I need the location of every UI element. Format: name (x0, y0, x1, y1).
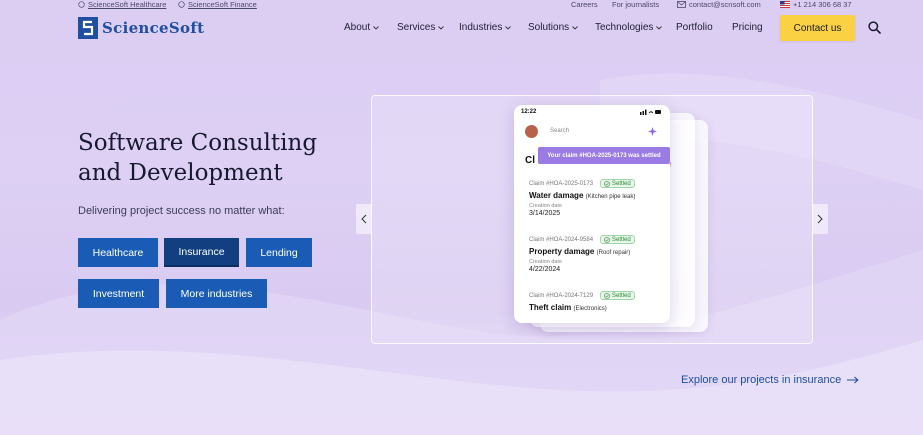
claim-id: Claim #HOA-2024-9584 (529, 236, 594, 243)
nav-services[interactable]: Services (397, 22, 445, 33)
explore-projects-link[interactable]: Explore our projects in insurance (681, 374, 859, 386)
check-icon (604, 180, 610, 187)
claim-card: Claim #HOA-2024-7129 Settled Theft claim… (529, 290, 659, 312)
claim-note: (Electronics) (573, 306, 607, 312)
heart-shield-icon (78, 1, 85, 8)
claim-id: Claim #HOA-2024-7129 (529, 292, 594, 299)
email-label: contact@scnsoft.com (689, 0, 761, 9)
logo-text: ScienceSoft (102, 19, 205, 37)
nav-portfolio[interactable]: Portfolio (676, 22, 713, 33)
claim-title-text: Water damage (529, 191, 584, 200)
status-badge-label: Settled (612, 292, 631, 299)
sparkle-icon (648, 127, 657, 136)
status-icons (640, 109, 661, 115)
nav-about-label: About (344, 22, 371, 33)
phone-search-input: Search (550, 128, 570, 134)
chevron-down-icon (505, 25, 512, 30)
notification-toast: Your claim #HOA-2025-0173 was settled (538, 147, 670, 164)
nav-pricing[interactable]: Pricing (732, 22, 763, 33)
avatar (525, 125, 538, 138)
nav-industries[interactable]: Industries (459, 22, 512, 33)
phone-mockup: 12:22 Search Cl Claim #HOA-2025-0173 Set… (514, 105, 670, 323)
industry-button-investment[interactable]: Investment (78, 279, 159, 308)
check-icon (604, 292, 610, 299)
phone-heading-fragment: Cl (525, 155, 535, 166)
nav-pricing-label: Pricing (732, 22, 763, 33)
nav-solutions[interactable]: Solutions (528, 22, 578, 33)
claim-title: Theft claim (Electronics) (529, 303, 659, 312)
check-icon (604, 236, 610, 243)
nav-services-label: Services (397, 22, 436, 33)
status-badge: Settled (600, 291, 635, 300)
phone-link[interactable]: +1 214 306 68 37 (780, 0, 852, 9)
nav-about[interactable]: About (344, 22, 379, 33)
claim-title-text: Property damage (529, 247, 595, 256)
contact-us-button[interactable]: Contact us (780, 15, 855, 41)
carousel-next-button[interactable] (812, 204, 828, 234)
arrow-right-icon (847, 376, 859, 384)
nav-technologies[interactable]: Technologies (595, 22, 663, 33)
healthcare-link-label: ScienceSoft Healthcare (88, 0, 167, 9)
healthcare-link[interactable]: ScienceSoft Healthcare (78, 0, 166, 9)
claim-title-text: Theft claim (529, 303, 572, 312)
finance-link-label: ScienceSoft Finance (188, 0, 257, 9)
nav-technologies-label: Technologies (595, 22, 654, 33)
chevron-down-icon (438, 25, 445, 30)
claim-date: 3/14/2025 (529, 210, 561, 217)
hero-title-line1: Software Consulting (78, 130, 318, 156)
claim-title: Water damage (Kitchen pipe leak) (529, 191, 659, 200)
careers-link[interactable]: Careers (571, 0, 598, 9)
status-badge: Settled (600, 235, 635, 244)
claim-id-row: Claim #HOA-2024-9584 Settled (529, 234, 659, 245)
claim-id: Claim #HOA-2025-0173 (529, 180, 594, 187)
search-icon[interactable] (868, 21, 881, 34)
chevron-left-icon (361, 214, 367, 224)
nav-industries-label: Industries (459, 22, 503, 33)
utility-bar: ScienceSoft Healthcare ScienceSoft Finan… (0, 0, 923, 10)
phone-label: +1 214 306 68 37 (793, 0, 852, 9)
claim-card: Claim #HOA-2025-0173 Settled Water damag… (529, 178, 659, 217)
hero-title: Software Consulting and Development (78, 128, 338, 188)
industry-button-more[interactable]: More industries (166, 279, 267, 308)
carousel-prev-button[interactable] (356, 204, 372, 234)
phone-time: 12:22 (521, 109, 537, 115)
chevron-down-icon (373, 25, 379, 30)
industry-button-lending[interactable]: Lending (246, 238, 312, 267)
claim-note: (Kitchen pipe leak) (585, 194, 636, 200)
status-badge: Settled (600, 179, 635, 188)
nav-solutions-label: Solutions (528, 22, 570, 33)
chevron-down-icon (656, 25, 663, 30)
claim-date-label: Creation date (529, 259, 563, 265)
claim-date-label: Creation date (529, 203, 563, 209)
chevron-right-icon (817, 214, 823, 224)
finance-link[interactable]: ScienceSoft Finance (178, 0, 257, 9)
claim-card: Claim #HOA-2024-9584 Settled Property da… (529, 234, 659, 273)
explore-projects-label: Explore our projects in insurance (681, 374, 842, 386)
claim-title: Property damage (Roof repair) (529, 247, 659, 256)
status-badge-label: Settled (612, 236, 631, 243)
hero-title-line2: and Development (78, 160, 283, 186)
industry-button-healthcare[interactable]: Healthcare (78, 238, 158, 267)
chevron-down-icon (572, 25, 578, 30)
nav-portfolio-label: Portfolio (676, 22, 713, 33)
hero-subtitle: Delivering project success no matter wha… (78, 205, 285, 217)
industry-button-insurance[interactable]: Insurance (164, 238, 239, 267)
email-link[interactable]: contact@scnsoft.com (677, 0, 761, 9)
claim-date: 4/22/2024 (529, 266, 561, 273)
claim-id-row: Claim #HOA-2025-0173 Settled (529, 178, 659, 189)
logo[interactable]: ScienceSoft (78, 17, 204, 39)
coin-icon (178, 1, 185, 8)
journalists-link[interactable]: For journalists (612, 0, 659, 9)
status-badge-label: Settled (612, 180, 631, 187)
us-flag-icon (780, 1, 790, 8)
mail-icon (677, 1, 686, 8)
claim-id-row: Claim #HOA-2024-7129 Settled (529, 290, 659, 301)
logo-mark-icon (78, 17, 98, 39)
claim-note: (Roof repair) (596, 250, 631, 256)
